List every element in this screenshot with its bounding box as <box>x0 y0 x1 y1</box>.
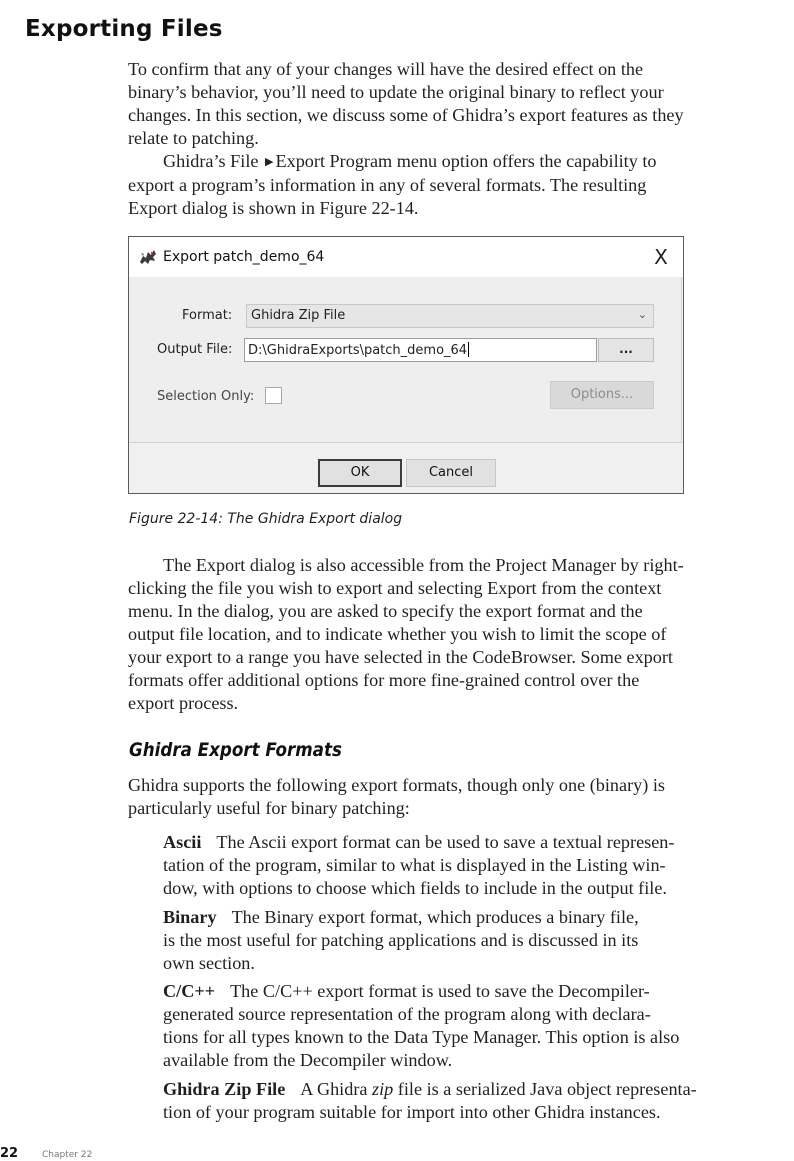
text-line: relate to patching. <box>128 128 259 148</box>
export-dialog: Export patch_demo_64 X Format: Ghidra Zi… <box>128 236 684 494</box>
cancel-button[interactable]: Cancel <box>406 459 496 487</box>
text-line: your export to a range you have selected… <box>128 647 673 667</box>
text-line: clicking the file you wish to export and… <box>128 578 662 598</box>
book-page: Exporting Files To confirm that any of y… <box>0 0 794 1161</box>
chapter-label: Chapter 22 <box>42 1150 93 1160</box>
text-line: generated source representation of the p… <box>163 1004 651 1024</box>
figure-caption: Figure 22-14: The Ghidra Export dialog <box>129 511 403 527</box>
format-description: The Binary export format, which produces… <box>231 907 639 927</box>
text-line: export a program’s information in any of… <box>128 175 647 195</box>
menu-text-after: Export Program menu option offers the ca… <box>275 151 657 171</box>
text-caret <box>468 342 470 357</box>
ghidra-dragon-icon <box>138 247 158 267</box>
format-entry-binary: Binary The Binary export format, which pr… <box>163 906 763 975</box>
format-term: Ghidra Zip File <box>163 1079 286 1099</box>
text-line: is the most useful for patching applicat… <box>163 930 639 950</box>
dialog-body: Format: Ghidra Zip File ⌄ Output File: D… <box>129 277 682 443</box>
format-description: The C/C++ export format is used to save … <box>230 981 650 1001</box>
output-file-value: D:\GhidraExports\patch_demo_64 <box>248 343 468 358</box>
format-label: Format: <box>182 308 233 323</box>
body-paragraph: The Export dialog is also accessible fro… <box>128 554 768 715</box>
text-line: own section. <box>163 953 255 973</box>
format-dropdown[interactable]: Ghidra Zip File ⌄ <box>246 304 654 328</box>
text-line: particularly useful for binary patching: <box>128 798 410 818</box>
format-description-after: file is a serialized Java object represe… <box>397 1079 697 1099</box>
menu-arrow-icon: ▶ <box>265 156 274 168</box>
options-button[interactable]: Options... <box>550 381 654 409</box>
selection-only-label: Selection Only: <box>157 389 255 404</box>
output-file-input[interactable]: D:\GhidraExports\patch_demo_64 <box>244 338 597 362</box>
text-line: tation of the program, similar to what i… <box>163 855 666 875</box>
format-entry-cpp: C/C++ The C/C++ export format is used to … <box>163 980 763 1072</box>
format-entry-ghidra-zip: Ghidra Zip File A Ghidra zip file is a se… <box>163 1078 763 1124</box>
format-entry-ascii: Ascii The Ascii export format can be used… <box>163 831 763 900</box>
format-description-emphasis: zip <box>372 1079 394 1099</box>
text-line: formats offer additional options for mor… <box>128 670 640 690</box>
text-line: menu. In the dialog, you are asked to sp… <box>128 601 643 621</box>
text-line: Ghidra supports the following export for… <box>128 775 665 795</box>
selection-only-checkbox[interactable] <box>265 387 282 404</box>
page-number: 22 <box>0 1146 19 1161</box>
dialog-title: Export patch_demo_64 <box>163 249 325 265</box>
chevron-down-icon: ⌄ <box>637 308 647 321</box>
text-line: output file location, and to indicate wh… <box>128 624 667 644</box>
intro-paragraph: To confirm that any of your changes will… <box>128 58 768 150</box>
text-line: available from the Decompiler window. <box>163 1050 453 1070</box>
text-line: tion of your program suitable for import… <box>163 1102 661 1122</box>
text-line: The Export dialog is also accessible fro… <box>163 555 684 575</box>
text-line: dow, with options to choose which fields… <box>163 878 667 898</box>
text-line: export process. <box>128 693 239 713</box>
format-term: C/C++ <box>163 981 216 1001</box>
subsection-heading: Ghidra Export Formats <box>129 739 342 761</box>
text-line: Export dialog is shown in Figure 22-14. <box>128 198 419 218</box>
text-line: changes. In this section, we discuss som… <box>128 105 684 125</box>
text-line: tions for all types known to the Data Ty… <box>163 1027 680 1047</box>
dialog-button-row: OK Cancel <box>129 443 683 493</box>
text-line: Ghidra’s File ▶ Export Program menu optio… <box>128 150 768 174</box>
format-selected-value: Ghidra Zip File <box>251 308 346 323</box>
text-line: To confirm that any of your changes will… <box>128 59 644 79</box>
menu-paragraph: Ghidra’s File ▶ Export Program menu optio… <box>128 150 768 220</box>
format-description-before: A Ghidra <box>300 1079 368 1099</box>
format-term: Binary <box>163 907 217 927</box>
dialog-titlebar: Export patch_demo_64 X <box>129 237 683 277</box>
output-file-label: Output File: <box>157 342 233 357</box>
format-description: The Ascii export format can be used to s… <box>216 832 675 852</box>
browse-button[interactable]: ... <box>598 338 654 362</box>
close-button[interactable]: X <box>649 245 673 269</box>
text-line: binary’s behavior, you’ll need to update… <box>128 82 664 102</box>
format-term: Ascii <box>163 832 202 852</box>
menu-text-before: Ghidra’s File <box>163 151 259 171</box>
section-heading: Exporting Files <box>25 16 223 42</box>
ok-button[interactable]: OK <box>318 459 402 487</box>
formats-intro-paragraph: Ghidra supports the following export for… <box>128 774 768 820</box>
